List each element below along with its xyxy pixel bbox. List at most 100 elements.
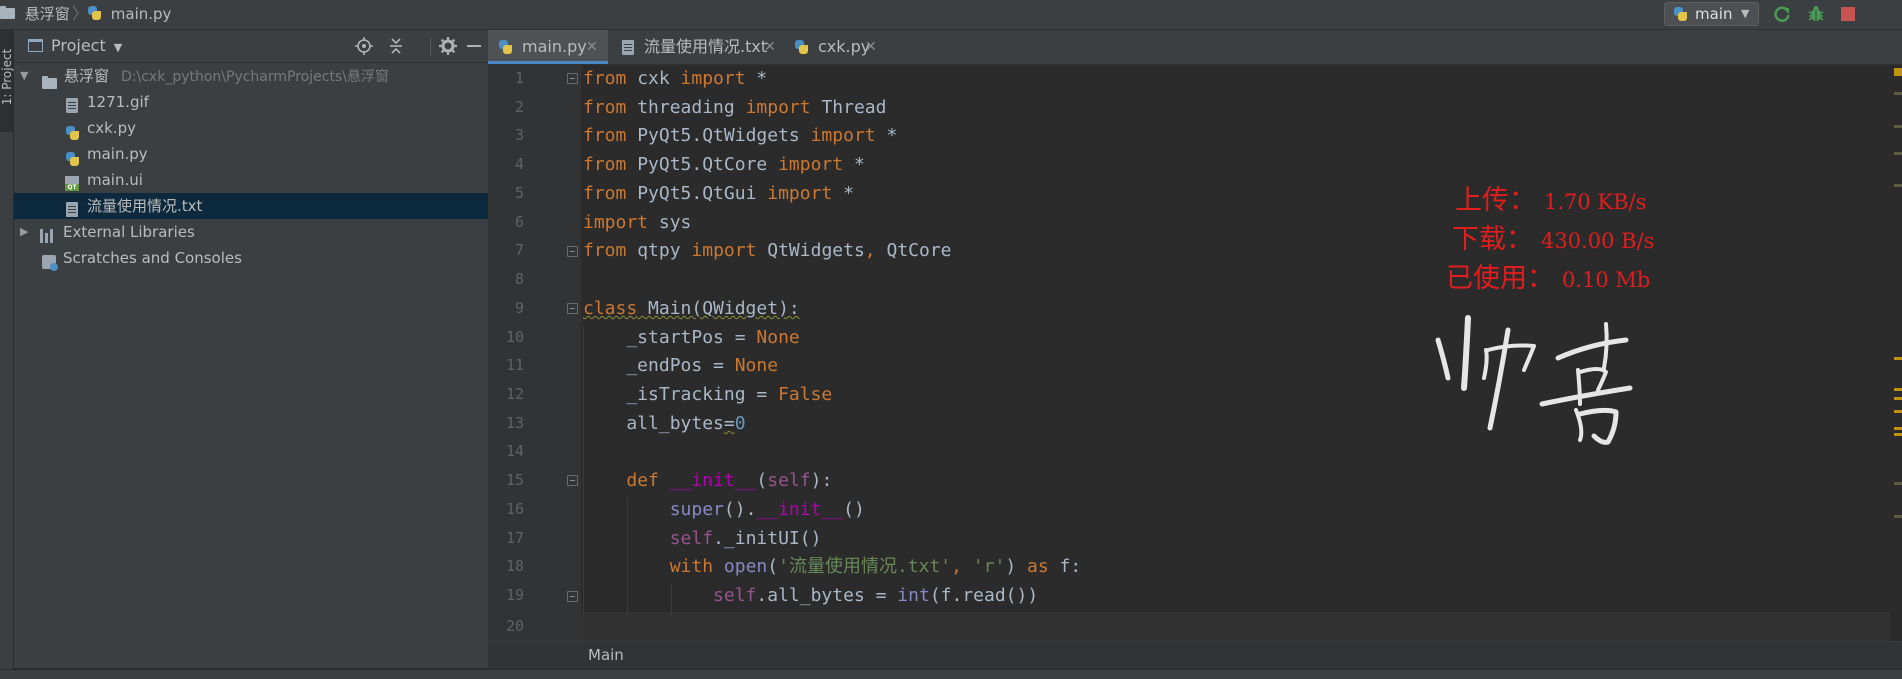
fold-marker-icon[interactable]	[567, 246, 578, 257]
marker[interactable]	[1894, 482, 1902, 485]
editor-tab-bar: main.py ✕ 流量使用情况.txt ✕ cxk.py ✕	[488, 30, 1902, 65]
qt-ui-file-icon	[65, 176, 79, 191]
tree-root-name: 悬浮窗	[64, 67, 110, 85]
warning-marker[interactable]	[1894, 427, 1902, 430]
used-label: 已使用：	[1446, 263, 1554, 294]
marker[interactable]	[1894, 184, 1902, 187]
stop-icon[interactable]	[1841, 7, 1855, 21]
download-label: 下载：	[1452, 224, 1533, 255]
tree-item-label: 1271.gif	[87, 93, 149, 111]
tree-item-file[interactable]: main.ui	[14, 167, 488, 193]
tab-main-py[interactable]: main.py ✕	[488, 30, 608, 64]
fold-marker-icon[interactable]	[567, 303, 578, 314]
project-panel-header: Project ▼	[14, 30, 488, 63]
debug-icon[interactable]	[1806, 4, 1826, 24]
collapse-all-icon[interactable]	[386, 36, 406, 56]
expand-arrow-icon: ▶	[20, 225, 29, 238]
line-number: 17	[505, 529, 524, 547]
code-line: import sys	[583, 212, 692, 233]
code-line: with open('流量使用情况.txt', 'r') as f:	[669, 556, 1082, 577]
line-number: 11	[505, 356, 524, 374]
marker[interactable]	[1894, 125, 1902, 128]
line-number: 14	[505, 442, 524, 460]
tree-item-file[interactable]: cxk.py	[14, 115, 488, 141]
line-number: 2	[514, 98, 524, 116]
breadcrumb-project-label: 悬浮窗	[24, 5, 70, 23]
line-number: 20	[505, 617, 524, 635]
warning-marker[interactable]	[1894, 68, 1902, 76]
tab-label: cxk.py	[818, 37, 871, 56]
warning-marker[interactable]	[1894, 397, 1902, 400]
library-icon	[40, 229, 56, 243]
project-window-icon	[28, 39, 43, 52]
tree-item-file[interactable]: main.py	[14, 141, 488, 167]
project-view-selector[interactable]: Project ▼	[28, 30, 122, 64]
current-line-highlight	[581, 612, 1902, 641]
line-number: 12	[505, 385, 524, 403]
close-icon[interactable]: ✕	[764, 30, 776, 64]
breadcrumb-file[interactable]: main.py	[87, 0, 171, 28]
tree-scratches[interactable]: Scratches and Consoles	[14, 245, 488, 271]
download-value: 430.00 B/s	[1541, 229, 1655, 253]
line-number: 4	[514, 155, 524, 173]
folder-icon	[42, 76, 57, 89]
tree-external-libraries[interactable]: ▶ External Libraries	[14, 219, 488, 245]
tab-traffic-txt[interactable]: 流量使用情况.txt ✕	[610, 30, 782, 64]
gif-file-icon	[66, 98, 78, 113]
marker[interactable]	[1894, 515, 1902, 518]
line-number: 10	[505, 328, 524, 346]
tree-item-label: cxk.py	[87, 119, 136, 137]
project-panel-title: Project	[51, 36, 106, 55]
warning-marker[interactable]	[1894, 410, 1902, 413]
code-line: from threading import Thread	[583, 97, 887, 118]
line-number: 18	[505, 557, 524, 575]
warning-marker[interactable]	[1894, 357, 1902, 360]
tree-item-label: main.ui	[87, 171, 143, 189]
code-line: from PyQt5.QtWidgets import *	[583, 125, 898, 146]
run-configuration-select[interactable]: main ▼	[1664, 2, 1759, 26]
project-tool-window-tab[interactable]: 1: Project	[0, 30, 14, 132]
marker[interactable]	[1894, 92, 1902, 95]
fold-marker-icon[interactable]	[567, 475, 578, 486]
marker[interactable]	[1894, 152, 1902, 155]
code-line: def __init__(self):	[626, 470, 833, 491]
fold-marker-icon[interactable]	[567, 73, 578, 84]
locate-file-icon[interactable]	[354, 36, 374, 56]
close-icon[interactable]: ✕	[865, 30, 877, 64]
breadcrumb-separator: 〉	[72, 4, 89, 23]
run-configuration-label: main	[1695, 5, 1733, 23]
line-number: 8	[514, 270, 524, 288]
tree-item-file[interactable]: 1271.gif	[14, 89, 488, 115]
warning-marker[interactable]	[1894, 388, 1902, 391]
tree-root-path: D:\cxk_python\PycharmProjects\悬浮窗	[121, 69, 389, 85]
expand-arrow-icon: ▼	[20, 69, 29, 82]
hide-panel-icon[interactable]	[464, 36, 484, 56]
line-number: 19	[505, 586, 524, 604]
tree-item-file-selected[interactable]: 流量使用情况.txt	[14, 193, 488, 219]
python-file-icon	[87, 6, 102, 21]
rerun-icon[interactable]	[1772, 4, 1792, 24]
python-file-icon	[65, 152, 80, 167]
text-file-icon	[622, 40, 634, 55]
text-file-icon	[66, 202, 78, 217]
line-number: 6	[514, 213, 524, 231]
close-icon[interactable]: ✕	[586, 30, 598, 64]
used-stat: 已使用： 0.10 Mb	[1446, 256, 1650, 295]
tree-item-label: 流量使用情况.txt	[87, 197, 203, 215]
gear-icon[interactable]	[438, 36, 458, 56]
project-tree: ▼ 悬浮窗 D:\cxk_python\PycharmProjects\悬浮窗 1…	[14, 63, 488, 668]
tree-root-folder[interactable]: ▼ 悬浮窗 D:\cxk_python\PycharmProjects\悬浮窗	[14, 63, 488, 89]
breadcrumb-project[interactable]: 悬浮窗	[0, 0, 70, 28]
tab-cxk-py[interactable]: cxk.py ✕	[784, 30, 884, 64]
python-file-icon	[794, 40, 809, 55]
warning-marker[interactable]	[1894, 433, 1902, 436]
fold-marker-icon[interactable]	[567, 591, 578, 602]
code-line: class Main(QWidget):	[583, 298, 800, 319]
tab-label: 流量使用情况.txt	[644, 37, 768, 56]
code-line: from PyQt5.QtGui import *	[583, 183, 854, 204]
folder-icon	[0, 6, 15, 19]
code-structure-breadcrumb[interactable]: Main	[488, 641, 1902, 669]
project-tool-window-tab-label: 1: Project	[0, 48, 14, 106]
upload-label: 上传：	[1455, 185, 1536, 216]
code-line: from PyQt5.QtCore import *	[583, 154, 865, 175]
